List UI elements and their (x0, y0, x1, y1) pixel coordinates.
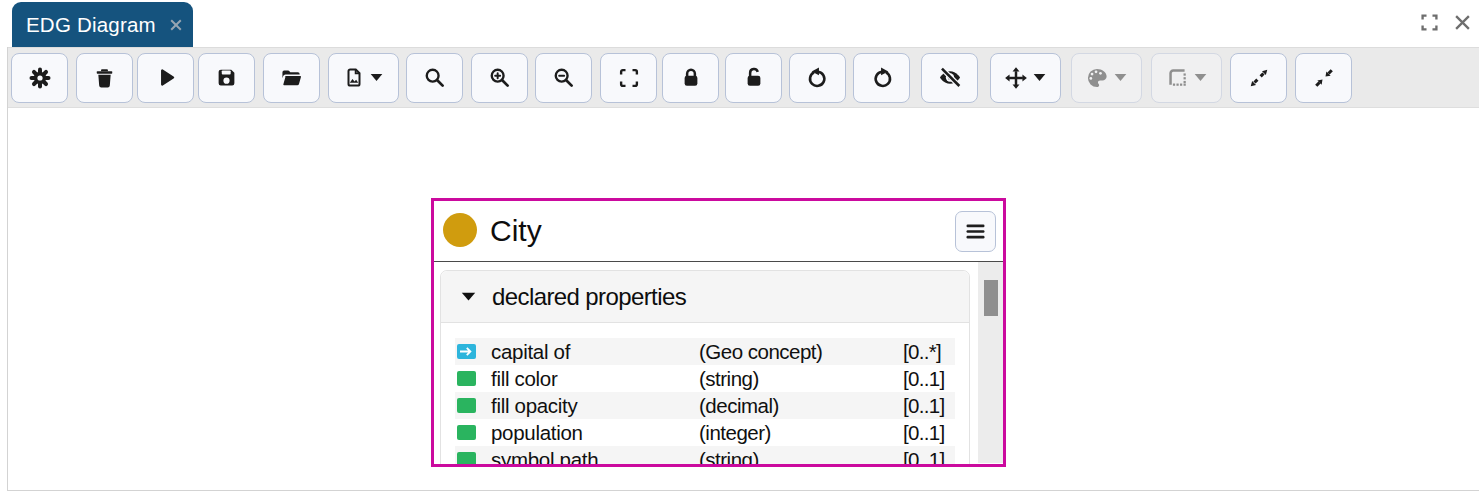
lock-icon (681, 67, 701, 88)
diagram-panel: City (7, 47, 1479, 491)
property-cardinality: [0..1] (903, 446, 944, 467)
style-button (1071, 53, 1142, 103)
property-type: (string) (699, 446, 759, 467)
hamburger-icon (966, 224, 985, 239)
redo-icon (871, 67, 893, 89)
palette-icon (1086, 67, 1127, 89)
edg-diagram-window: EDG Diagram (0, 0, 1479, 492)
arrows-move-icon (1005, 67, 1046, 89)
tab-title: EDG Diagram (26, 13, 156, 37)
property-name: fill opacity (491, 392, 577, 419)
fit-view-button[interactable] (600, 53, 657, 103)
property-type: (string) (699, 365, 759, 392)
property-row[interactable]: symbol path (string) [0..1] (455, 446, 955, 467)
unlock-button[interactable] (725, 53, 782, 103)
declared-properties-section: declared properties capital of (Geo conce… (440, 270, 970, 467)
datatype-property-icon (457, 425, 476, 440)
node-header: City (434, 201, 1003, 262)
property-cardinality: [0..1] (903, 419, 944, 446)
property-type: (integer) (699, 419, 771, 446)
datatype-property-icon (457, 371, 476, 386)
floppy-icon (216, 67, 237, 88)
run-layout-button[interactable] (137, 53, 194, 103)
play-icon (154, 66, 177, 89)
node-menu-button[interactable] (955, 211, 996, 252)
arrows-expand-icon (1249, 68, 1269, 88)
lock-button[interactable] (662, 53, 719, 103)
tab-close-icon[interactable] (169, 18, 183, 32)
search-button[interactable] (406, 53, 463, 103)
move-button[interactable] (990, 53, 1061, 103)
object-property-icon (457, 344, 476, 359)
class-circle-icon (443, 213, 477, 247)
datatype-property-icon (457, 452, 476, 467)
node-scrollbar[interactable] (978, 262, 1003, 463)
zoom-in-button[interactable] (471, 53, 528, 103)
folder-open-icon (280, 67, 303, 88)
border-style-icon (1167, 67, 1207, 88)
property-type: (Geo concept) (699, 338, 822, 365)
zoom-out-button[interactable] (535, 53, 592, 103)
fullscreen-icon[interactable] (1421, 14, 1438, 31)
close-icon[interactable] (1454, 14, 1471, 31)
property-row[interactable]: capital of (Geo concept) [0..*] (455, 338, 955, 365)
gear-icon (29, 67, 51, 89)
open-button[interactable] (263, 53, 320, 103)
property-cardinality: [0..*] (903, 338, 941, 365)
scrollbar-thumb[interactable] (984, 280, 998, 316)
property-table: capital of (Geo concept) [0..*] fill color… (441, 323, 969, 467)
undo-icon (807, 67, 829, 89)
toolbar (8, 47, 1479, 108)
property-row[interactable]: fill opacity (decimal) [0..1] (455, 392, 955, 419)
diagram-canvas[interactable]: City (8, 108, 1479, 489)
arrows-contract-icon (1314, 68, 1334, 88)
property-cardinality: [0..1] (903, 365, 944, 392)
property-cardinality: [0..1] (903, 392, 944, 419)
zoom-in-icon (489, 67, 510, 88)
file-image-icon (344, 67, 383, 88)
collapse-all-button[interactable] (1295, 53, 1352, 103)
tab-edg-diagram[interactable]: EDG Diagram (12, 2, 193, 47)
caret-down-icon (461, 292, 476, 301)
export-image-button[interactable] (328, 53, 399, 103)
datatype-property-icon (457, 398, 476, 413)
border-style-button (1151, 53, 1222, 103)
eye-slash-icon (938, 66, 962, 89)
search-icon (424, 67, 445, 88)
node-body: declared properties capital of (Geo conce… (434, 262, 1003, 463)
property-name: symbol path (491, 446, 598, 467)
property-type: (decimal) (699, 392, 779, 419)
window-controls (1421, 14, 1471, 31)
undo-button[interactable] (789, 53, 846, 103)
property-row[interactable]: fill color (string) [0..1] (455, 365, 955, 392)
settings-button[interactable] (11, 53, 68, 103)
fullscreen-icon (619, 68, 639, 88)
property-row[interactable]: population (integer) [0..1] (455, 419, 955, 446)
delete-button[interactable] (76, 53, 133, 103)
property-name: population (491, 419, 583, 446)
section-label: declared properties (492, 283, 686, 311)
save-button[interactable] (198, 53, 255, 103)
hide-button[interactable] (921, 53, 978, 103)
property-name: fill color (491, 365, 558, 392)
zoom-out-icon (553, 67, 574, 88)
expand-all-button[interactable] (1230, 53, 1287, 103)
node-city[interactable]: City (431, 198, 1006, 467)
unlock-icon (744, 67, 764, 88)
node-title: City (490, 201, 542, 261)
section-header[interactable]: declared properties (441, 271, 969, 323)
property-name: capital of (491, 338, 570, 365)
redo-button[interactable] (853, 53, 910, 103)
trash-icon (94, 67, 115, 89)
